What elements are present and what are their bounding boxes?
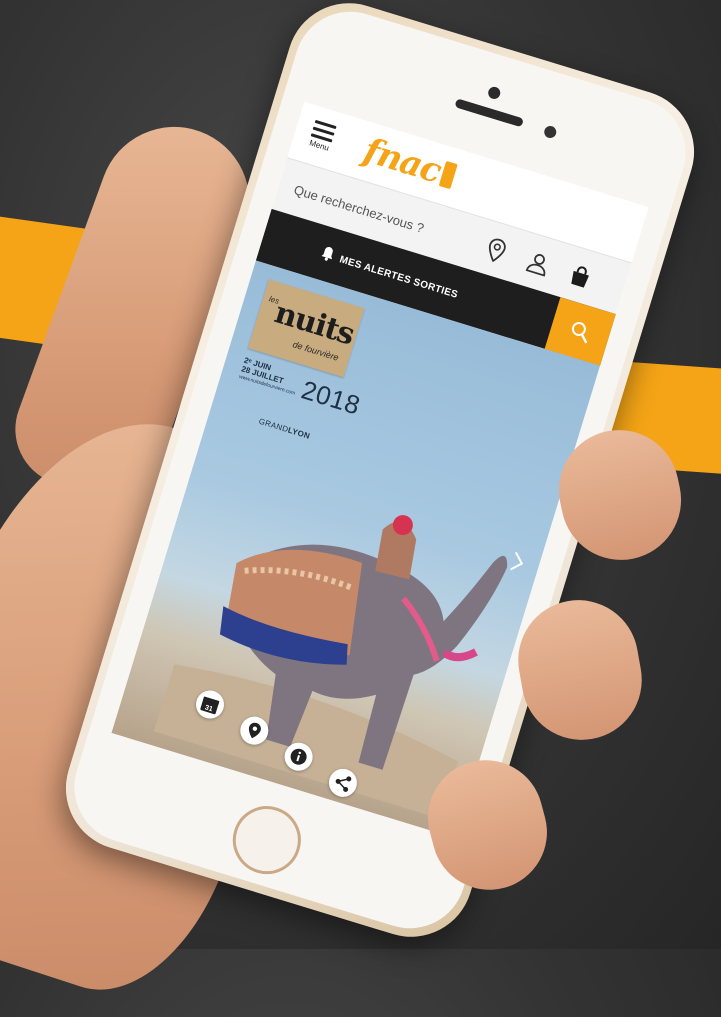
bell-icon — [318, 244, 338, 268]
sponsor-prefix: GRAND — [257, 416, 290, 435]
share-icon — [335, 776, 352, 792]
event-year: 2018 — [297, 374, 364, 421]
map-pin-icon — [248, 722, 261, 739]
user-icon[interactable] — [522, 247, 554, 279]
logo-title: nuits — [270, 295, 358, 353]
menu-button[interactable]: Menu — [299, 114, 343, 162]
location-pin-icon[interactable] — [480, 234, 512, 266]
info-icon — [290, 748, 307, 765]
search-icon — [571, 321, 588, 344]
sponsor-suffix: LYON — [286, 425, 312, 441]
calendar-icon: 31 — [200, 696, 220, 715]
grand-lyon-logo: GRANDLYON — [258, 417, 311, 441]
shopping-bag-icon[interactable] — [564, 260, 596, 292]
